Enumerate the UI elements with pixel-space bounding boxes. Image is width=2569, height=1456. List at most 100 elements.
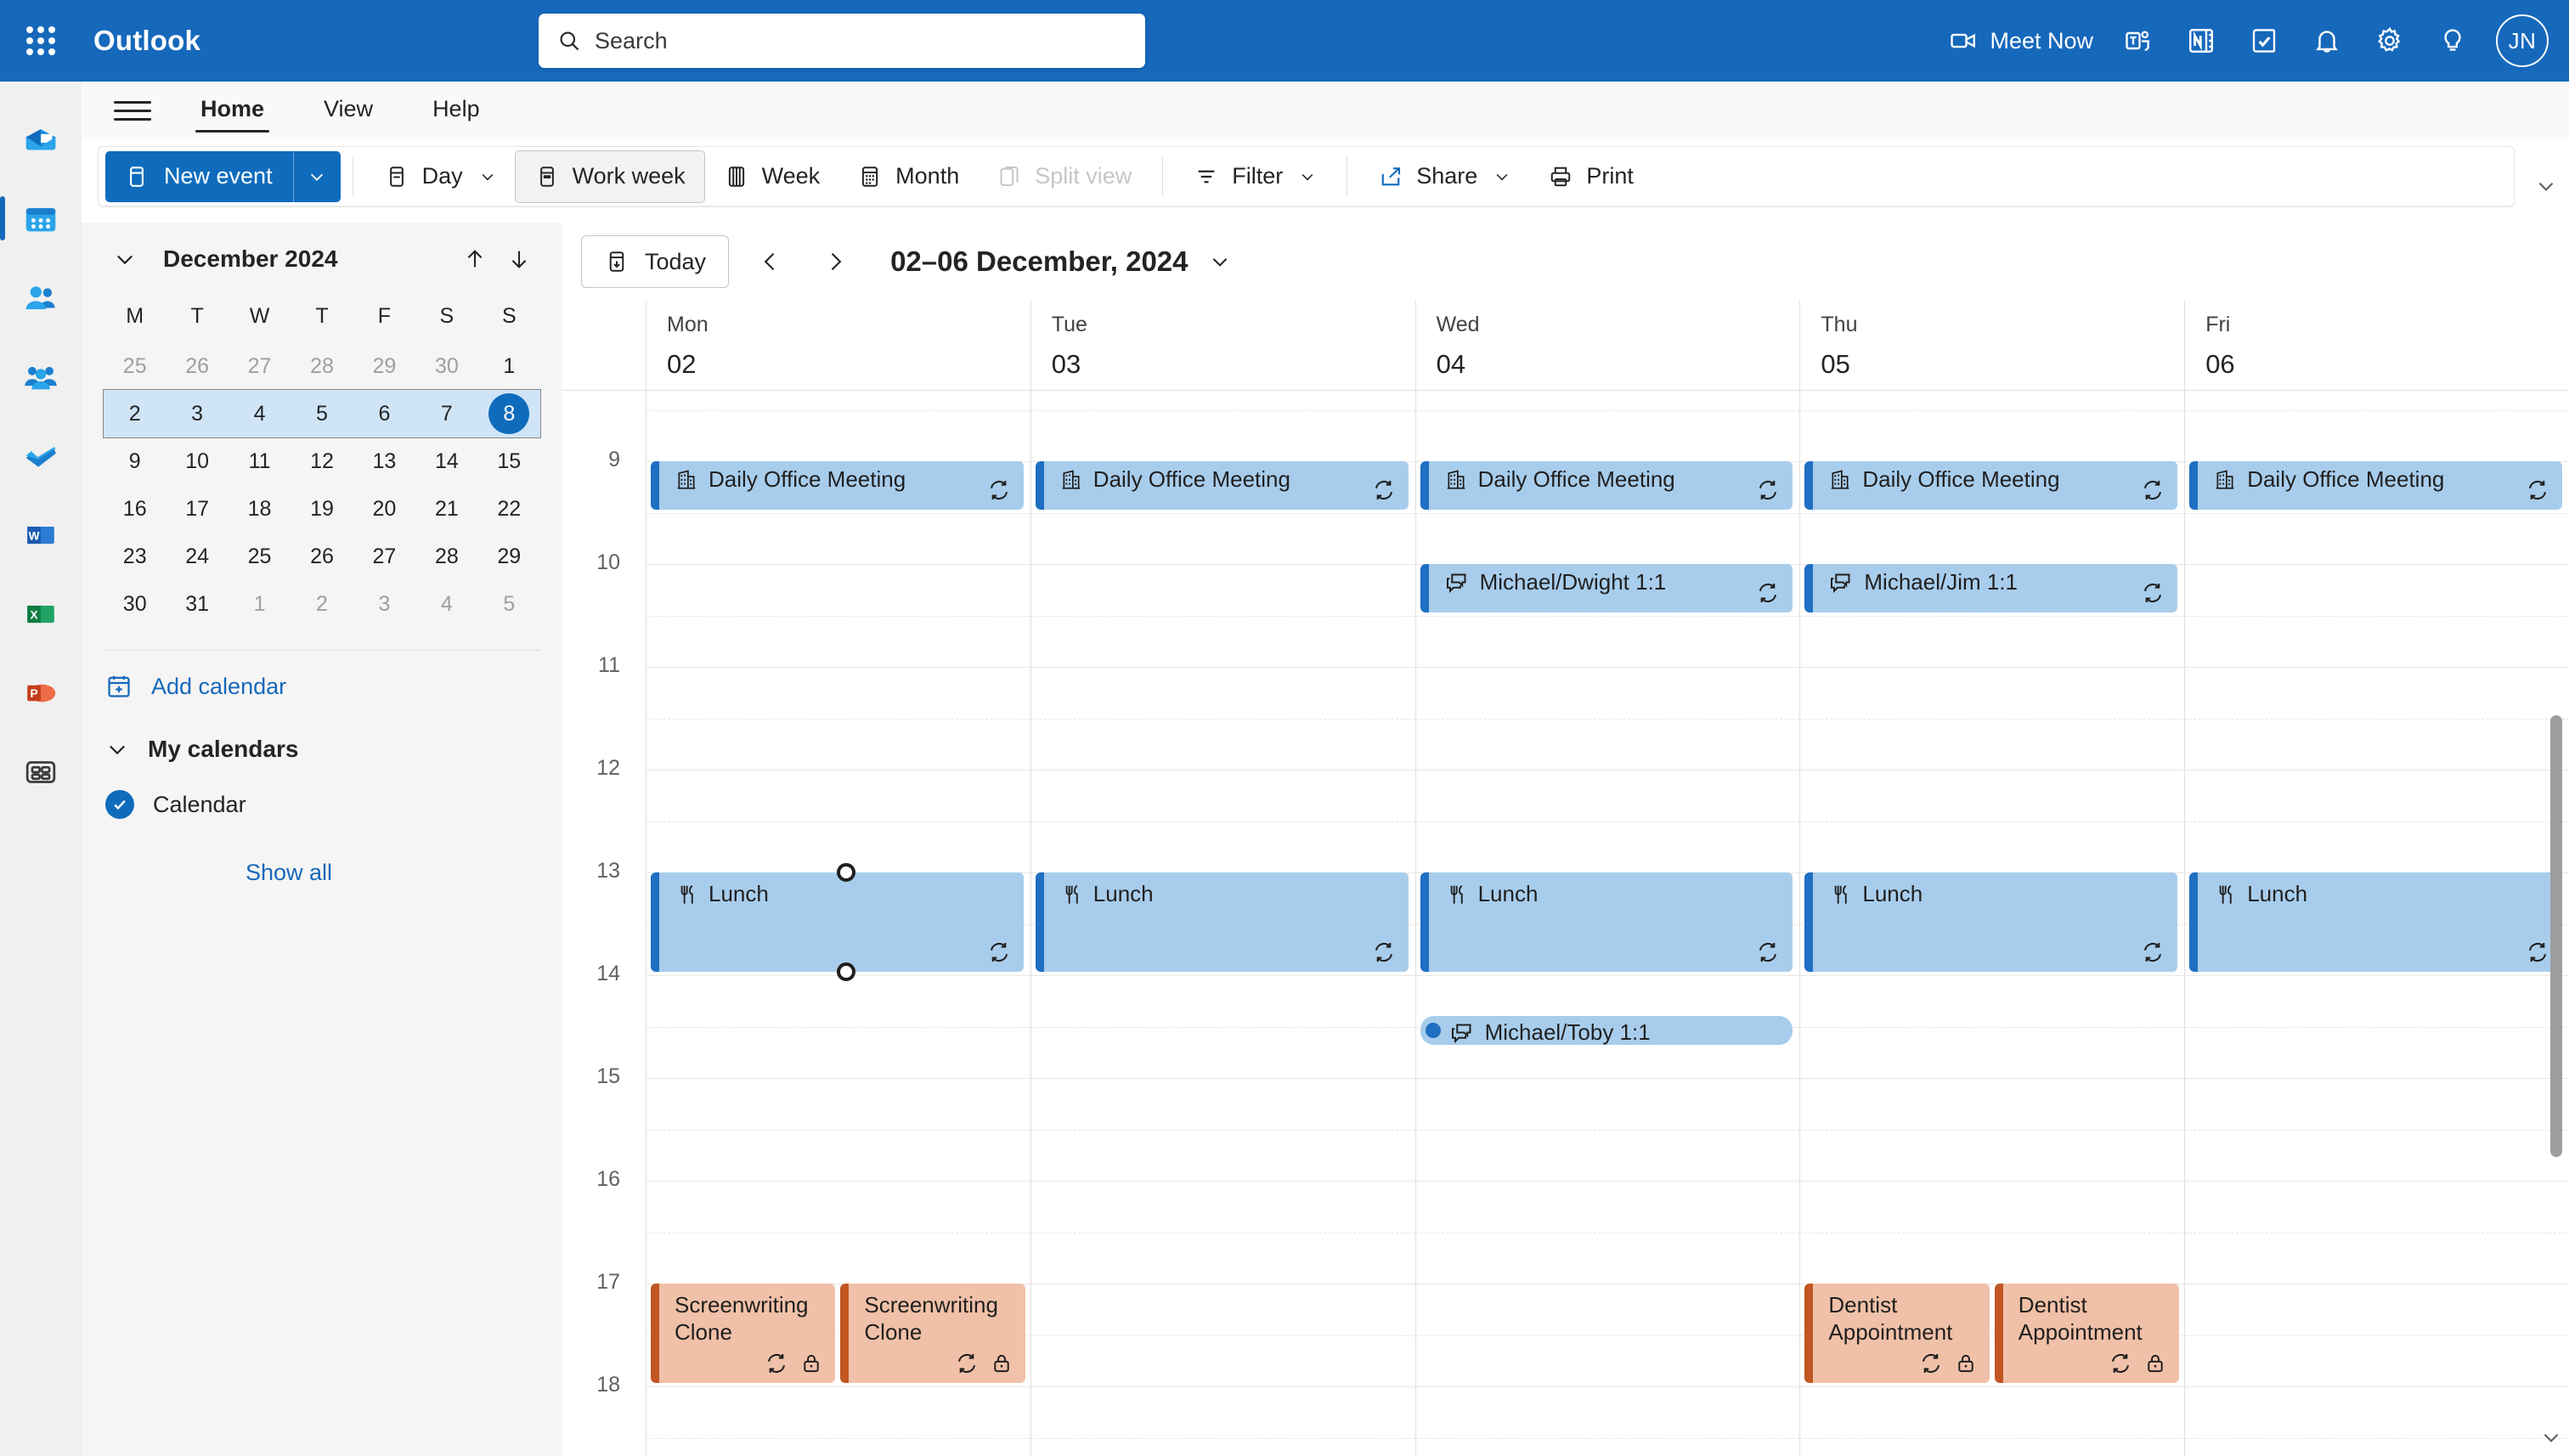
calendar-slot[interactable] xyxy=(1799,1078,2184,1181)
calendar-slot[interactable] xyxy=(2184,391,2569,461)
mini-calendar-day[interactable]: 1 xyxy=(229,580,291,628)
rail-item-people[interactable] xyxy=(0,258,82,337)
calendar-slot[interactable] xyxy=(1799,667,2184,770)
calendar-event[interactable]: Screenwriting Clone xyxy=(651,1284,835,1383)
new-event-button[interactable]: New event xyxy=(105,151,341,202)
mini-calendar-day[interactable]: 26 xyxy=(291,533,353,580)
ribbon-collapse-button[interactable] xyxy=(2535,175,2557,201)
calendar-event[interactable]: Dentist Appointment xyxy=(1804,1284,1989,1383)
rail-item-calendar[interactable] xyxy=(0,179,82,258)
mini-calendar-day[interactable]: 2 xyxy=(104,390,166,437)
search-input[interactable] xyxy=(595,28,1126,54)
settings-button[interactable] xyxy=(2360,11,2419,71)
view-month-button[interactable]: Month xyxy=(838,150,978,203)
calendar-checkbox[interactable] xyxy=(105,790,134,819)
calendar-event[interactable]: Lunch xyxy=(1420,872,1793,972)
mini-calendar-day[interactable]: 1 xyxy=(478,342,540,390)
mini-calendar-day[interactable]: 3 xyxy=(166,390,228,437)
mini-calendar-day[interactable]: 27 xyxy=(229,342,291,390)
mini-calendar-day[interactable]: 30 xyxy=(104,580,166,628)
notifications-button[interactable] xyxy=(2297,11,2357,71)
teams-button[interactable] xyxy=(2109,11,2168,71)
mini-calendar-day[interactable]: 27 xyxy=(353,533,415,580)
mini-calendar-day[interactable]: 29 xyxy=(353,342,415,390)
today-button[interactable]: Today xyxy=(581,235,729,288)
calendar-slot[interactable] xyxy=(2184,770,2569,872)
calendar-slot[interactable] xyxy=(2184,1181,2569,1284)
calendar-slot[interactable] xyxy=(2184,975,2569,1078)
rail-item-powerpoint[interactable]: P xyxy=(0,653,82,732)
print-button[interactable]: Print xyxy=(1529,150,1652,203)
calendar-slot[interactable] xyxy=(1415,1284,1800,1386)
calendar-event[interactable]: Daily Office Meeting xyxy=(2189,461,2562,510)
nav-toggle-button[interactable] xyxy=(114,93,151,130)
view-week-button[interactable]: Week xyxy=(705,150,839,203)
mini-calendar-day[interactable]: 4 xyxy=(229,390,291,437)
mini-calendar-day[interactable]: 6 xyxy=(353,390,415,437)
mini-calendar-day[interactable]: 12 xyxy=(291,437,353,485)
calendar-slot[interactable] xyxy=(1030,391,1415,461)
date-range-picker-button[interactable] xyxy=(1209,251,1231,273)
rail-item-word[interactable]: W xyxy=(0,495,82,574)
calendar-slot[interactable] xyxy=(646,975,1030,1078)
calendar-slot[interactable] xyxy=(1030,1386,1415,1456)
calendar-event[interactable]: Daily Office Meeting xyxy=(1420,461,1793,510)
calendar-slot[interactable] xyxy=(1415,1181,1800,1284)
calendar-slot[interactable] xyxy=(1799,975,2184,1078)
calendar-event[interactable]: Daily Office Meeting xyxy=(1036,461,1409,510)
tab-help[interactable]: Help xyxy=(422,89,490,133)
show-all-calendars-button[interactable]: Show all xyxy=(82,832,562,886)
calendar-event[interactable]: Daily Office Meeting xyxy=(651,461,1024,510)
mini-calendar-day[interactable]: 17 xyxy=(166,485,228,533)
mini-calendar-day[interactable]: 16 xyxy=(104,485,166,533)
onenote-button[interactable] xyxy=(2171,11,2231,71)
mini-calendar-day[interactable]: 3 xyxy=(353,580,415,628)
calendar-slot[interactable] xyxy=(1030,975,1415,1078)
calendar-slot[interactable] xyxy=(1799,391,2184,461)
mini-calendar-day[interactable]: 21 xyxy=(415,485,477,533)
calendar-event[interactable]: Michael/Dwight 1:1 xyxy=(1420,564,1793,612)
mini-calendar-expand-button[interactable] xyxy=(105,240,144,279)
calendar-slot[interactable] xyxy=(646,1386,1030,1456)
calendar-slot[interactable] xyxy=(1415,1078,1800,1181)
calendar-slot[interactable] xyxy=(1799,1386,2184,1456)
view-work-week-button[interactable]: Work week xyxy=(515,150,705,203)
rail-item-apps[interactable] xyxy=(0,732,82,811)
mini-calendar-day[interactable]: 19 xyxy=(291,485,353,533)
search-box[interactable] xyxy=(539,14,1145,68)
new-event-dropdown[interactable] xyxy=(293,151,341,202)
calendar-slot[interactable] xyxy=(1415,1386,1800,1456)
mini-calendar-day[interactable]: 15 xyxy=(478,437,540,485)
meet-now-button[interactable]: Meet Now xyxy=(1937,11,2105,71)
mini-calendar-day[interactable]: 24 xyxy=(166,533,228,580)
mini-calendar-day[interactable]: 23 xyxy=(104,533,166,580)
calendar-slot[interactable] xyxy=(1415,667,1800,770)
calendar-event[interactable]: Lunch xyxy=(651,872,1024,972)
mini-calendar-day[interactable]: 22 xyxy=(478,485,540,533)
calendar-slot[interactable] xyxy=(1799,1181,2184,1284)
avatar[interactable]: JN xyxy=(2496,14,2549,67)
mini-calendar-day[interactable]: 8 xyxy=(478,390,540,437)
calendar-event[interactable]: Lunch xyxy=(1036,872,1409,972)
mini-calendar-day[interactable]: 20 xyxy=(353,485,415,533)
calendar-slot[interactable] xyxy=(646,564,1030,667)
calendar-event[interactable]: Lunch xyxy=(2189,872,2562,972)
calendar-event[interactable]: Screenwriting Clone xyxy=(840,1284,1025,1383)
calendar-slot[interactable] xyxy=(646,1181,1030,1284)
mini-calendar-day[interactable]: 14 xyxy=(415,437,477,485)
calendar-slot[interactable] xyxy=(1030,564,1415,667)
share-button[interactable]: Share xyxy=(1359,150,1529,203)
rail-item-groups[interactable] xyxy=(0,337,82,416)
add-calendar-button[interactable]: Add calendar xyxy=(82,651,562,722)
mini-calendar-day[interactable]: 7 xyxy=(415,390,477,437)
filter-button[interactable]: Filter xyxy=(1175,150,1335,203)
mini-calendar-day[interactable]: 9 xyxy=(104,437,166,485)
calendar-event[interactable]: Lunch xyxy=(1804,872,2177,972)
tips-button[interactable] xyxy=(2423,11,2482,71)
calendar-slot[interactable] xyxy=(1030,1284,1415,1386)
rail-item-mail[interactable] xyxy=(0,100,82,179)
my-calendars-group[interactable]: My calendars xyxy=(82,722,562,776)
mini-calendar-day[interactable]: 11 xyxy=(229,437,291,485)
tab-home[interactable]: Home xyxy=(190,89,274,133)
mini-calendar-day[interactable]: 28 xyxy=(291,342,353,390)
